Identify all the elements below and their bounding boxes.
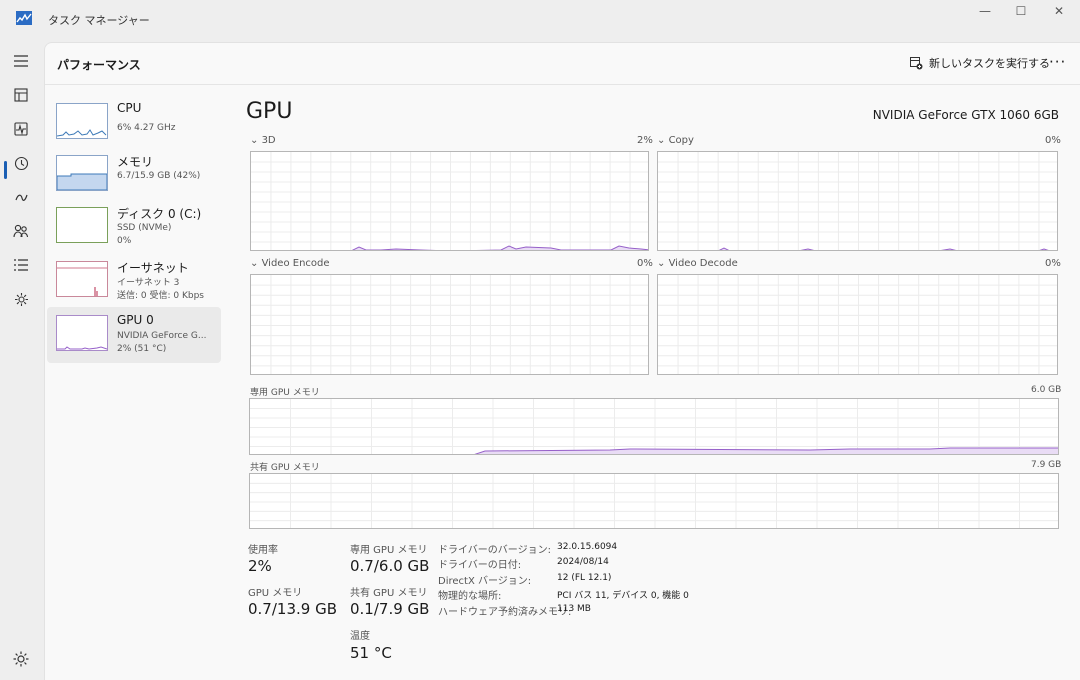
sidebar-item-detail: 0% xyxy=(117,236,132,246)
close-icon: ✕ xyxy=(1053,4,1065,18)
graph-copy xyxy=(657,151,1058,251)
sidebar-item-disk[interactable]: ディスク 0 (C:) SSD (NVMe) 0% xyxy=(47,199,221,255)
driver-date-value: 2024/08/14 xyxy=(557,557,609,567)
sidebar-item-detail: NVIDIA GeForce G... xyxy=(117,331,207,341)
sidebar-item-detail: イーサネット 3 xyxy=(117,278,180,288)
processes-icon[interactable] xyxy=(10,84,32,106)
sidebar-item-label: GPU 0 xyxy=(117,313,154,327)
engine-selector-video-encode[interactable]: ⌄ Video Encode xyxy=(250,258,330,269)
gpu-model-name: NVIDIA GeForce GTX 1060 6GB xyxy=(872,108,1059,122)
shared-stat-value: 0.1/7.9 GB xyxy=(350,600,430,618)
engine-label: Copy xyxy=(668,135,694,146)
run-new-task-button[interactable]: 新しいタスクを実行する xyxy=(910,55,1050,71)
nav-rail xyxy=(0,40,44,680)
app-history-icon[interactable] xyxy=(10,152,32,174)
close-button[interactable]: ✕ xyxy=(1036,0,1080,22)
graph-copy-plot xyxy=(658,152,1057,250)
cpu-thumbnail xyxy=(56,103,108,139)
shared-memory-label: 共有 GPU メモリ xyxy=(250,463,320,473)
shared-memory-max: 7.9 GB xyxy=(1031,460,1062,470)
maximize-icon: ☐ xyxy=(1015,4,1027,18)
engine-selector-copy[interactable]: ⌄ Copy xyxy=(657,135,694,146)
driver-version-value: 32.0.15.6094 xyxy=(557,542,618,552)
graph-video-decode xyxy=(657,274,1058,375)
gpu-heading: GPU xyxy=(246,99,293,124)
temperature-value: 51 °C xyxy=(350,644,392,662)
sidebar-item-detail: 送信: 0 受信: 0 Kbps xyxy=(117,291,204,301)
main-panel: パフォーマンス 新しいタスクを実行する ··· CPU 6% 4.27 GHz xyxy=(44,42,1080,680)
graph-dedicated-memory-plot xyxy=(250,399,1058,454)
engine-label: 3D xyxy=(261,135,276,146)
engine-selector-3d[interactable]: ⌄ 3D xyxy=(250,135,276,146)
sidebar-item-label: イーサネット xyxy=(117,261,189,275)
startup-apps-icon[interactable] xyxy=(10,186,32,208)
services-icon[interactable] xyxy=(10,288,32,310)
memory-thumbnail xyxy=(56,155,108,191)
sidebar-item-label: メモリ xyxy=(117,155,154,169)
sidebar-item-label: CPU xyxy=(117,101,142,115)
disk-thumbnail xyxy=(56,207,108,243)
dedicated-memory-max: 6.0 GB xyxy=(1031,385,1062,395)
graph-video-decode-plot xyxy=(658,275,1057,374)
dedicated-stat-label: 専用 GPU メモリ xyxy=(350,545,428,556)
task-manager-app-icon xyxy=(16,11,32,25)
page-header: パフォーマンス 新しいタスクを実行する ··· xyxy=(45,43,1080,85)
engine-value: 0% xyxy=(637,258,653,269)
reserved-memory-value: 113 MB xyxy=(557,604,591,614)
driver-version-key: ドライバーのバージョン: xyxy=(438,545,551,556)
graph-3d-plot xyxy=(251,152,648,250)
shared-stat-label: 共有 GPU メモリ xyxy=(350,588,428,599)
reserved-memory-key: ハードウェア予約済みメモリ: xyxy=(438,607,572,618)
gpu-thumbnail xyxy=(56,315,108,351)
gear-icon[interactable] xyxy=(12,650,30,668)
details-icon[interactable] xyxy=(10,254,32,276)
engine-value: 2% xyxy=(637,135,653,146)
performance-icon[interactable] xyxy=(10,118,32,140)
engine-value: 0% xyxy=(1045,135,1061,146)
directx-version-key: DirectX バージョン: xyxy=(438,576,532,587)
minimize-icon: — xyxy=(979,4,991,18)
gpu-memory-value: 0.7/13.9 GB xyxy=(248,600,337,618)
graph-shared-memory xyxy=(249,473,1059,529)
nav-active-indicator xyxy=(4,161,7,179)
sidebar-item-detail: 6% 4.27 GHz xyxy=(117,123,176,133)
driver-date-key: ドライバーの日付: xyxy=(438,560,522,571)
sidebar-item-cpu[interactable]: CPU 6% 4.27 GHz xyxy=(47,95,221,151)
sidebar-item-detail: 6.7/15.9 GB (42%) xyxy=(117,171,201,181)
usage-value: 2% xyxy=(248,557,272,575)
usage-label: 使用率 xyxy=(248,545,278,556)
gpu-memory-label: GPU メモリ xyxy=(248,588,303,599)
sidebar-item-detail: 2% (51 °C) xyxy=(117,344,167,354)
sidebar-item-ethernet[interactable]: イーサネット イーサネット 3 送信: 0 受信: 0 Kbps xyxy=(47,253,221,309)
ethernet-thumbnail xyxy=(56,261,108,297)
engine-value: 0% xyxy=(1045,258,1061,269)
graph-video-encode-plot xyxy=(251,275,648,374)
window-title: タスク マネージャー xyxy=(48,14,150,27)
new-task-icon xyxy=(910,56,923,69)
dedicated-stat-value: 0.7/6.0 GB xyxy=(350,557,430,575)
sidebar-item-detail: SSD (NVMe) xyxy=(117,223,172,233)
physical-location-value: PCI バス 11, デバイス 0, 機能 0 xyxy=(557,591,689,601)
graph-3d xyxy=(250,151,649,251)
users-icon[interactable] xyxy=(10,220,32,242)
dedicated-memory-label: 専用 GPU メモリ xyxy=(250,388,320,398)
temperature-label: 温度 xyxy=(350,631,370,642)
graph-shared-memory-plot xyxy=(250,474,1058,528)
sidebar-item-label: ディスク 0 (C:) xyxy=(117,207,202,221)
run-new-task-label: 新しいタスクを実行する xyxy=(929,57,1050,70)
engine-selector-video-decode[interactable]: ⌄ Video Decode xyxy=(657,258,738,269)
sidebar-item-memory[interactable]: メモリ 6.7/15.9 GB (42%) xyxy=(47,147,221,203)
graph-dedicated-memory xyxy=(249,398,1059,455)
title-bar: タスク マネージャー — ☐ ✕ xyxy=(0,0,1080,40)
engine-label: Video Encode xyxy=(261,258,330,269)
hamburger-icon[interactable] xyxy=(10,50,32,72)
graph-video-encode xyxy=(250,274,649,375)
page-title: パフォーマンス xyxy=(57,58,141,72)
engine-label: Video Decode xyxy=(668,258,738,269)
directx-version-value: 12 (FL 12.1) xyxy=(557,573,612,583)
more-options-button[interactable]: ··· xyxy=(1049,53,1066,71)
sidebar-item-gpu[interactable]: GPU 0 NVIDIA GeForce G... 2% (51 °C) xyxy=(47,307,221,363)
physical-location-key: 物理的な場所: xyxy=(438,591,502,602)
